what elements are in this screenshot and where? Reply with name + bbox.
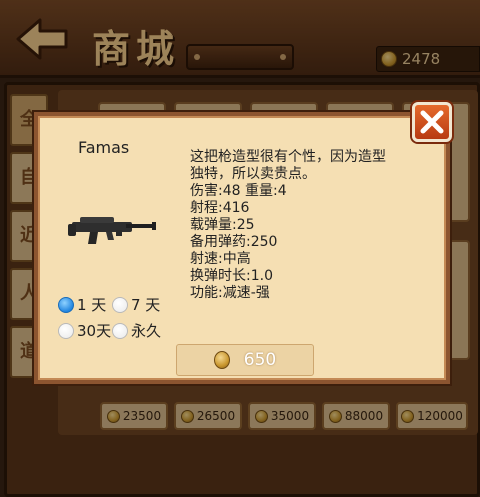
- description-line: 备用弹药:250: [190, 234, 278, 250]
- rifle-icon: [68, 217, 156, 244]
- rental-option-label: 30天: [77, 322, 112, 340]
- description-line: 射速:中高: [190, 251, 251, 267]
- weapon-name: Famas: [78, 138, 130, 157]
- description-line: 伤害:48 重量:4: [190, 183, 287, 199]
- rental-option-label: 永久: [131, 322, 162, 340]
- buy-button[interactable]: 650: [176, 344, 314, 376]
- rental-option-label: 7 天: [131, 296, 161, 314]
- coin-icon: [213, 351, 230, 369]
- rental-option-30-day[interactable]: 30天: [58, 320, 111, 341]
- radio-button[interactable]: [112, 322, 128, 339]
- rental-option-label: 1 天: [77, 296, 107, 314]
- description-line: 功能:减速-强: [190, 285, 270, 301]
- description-line: 这把枪造型很有个性，因为造型: [190, 149, 386, 165]
- rental-option-permanent[interactable]: 永久: [112, 320, 161, 341]
- rental-option-7-day[interactable]: 7 天: [112, 294, 160, 315]
- shop-screen: 商城 2478 全 自 近 人 道 23500 26500 35000 8800…: [0, 0, 480, 497]
- description-line: 射程:416: [190, 200, 250, 216]
- radio-button-selected[interactable]: [58, 296, 74, 313]
- description-line: 换弹时长:1.0: [190, 268, 273, 284]
- weapon-detail-dialog: Famas 这把枪造型很有个性，因为造型 独特，所以卖贵点。 伤害:48 重量:…: [34, 112, 450, 384]
- radio-button[interactable]: [112, 296, 128, 313]
- description-line: 独特，所以卖贵点。: [190, 166, 316, 182]
- buy-price: 650: [243, 350, 277, 370]
- close-icon[interactable]: [412, 102, 452, 142]
- weapon-description: 这把枪造型很有个性，因为造型 独特，所以卖贵点。 伤害:48 重量:4 射程:4…: [190, 149, 440, 302]
- radio-button[interactable]: [58, 322, 74, 339]
- description-line: 载弹量:25: [190, 217, 255, 233]
- rental-option-1-day[interactable]: 1 天: [58, 294, 106, 315]
